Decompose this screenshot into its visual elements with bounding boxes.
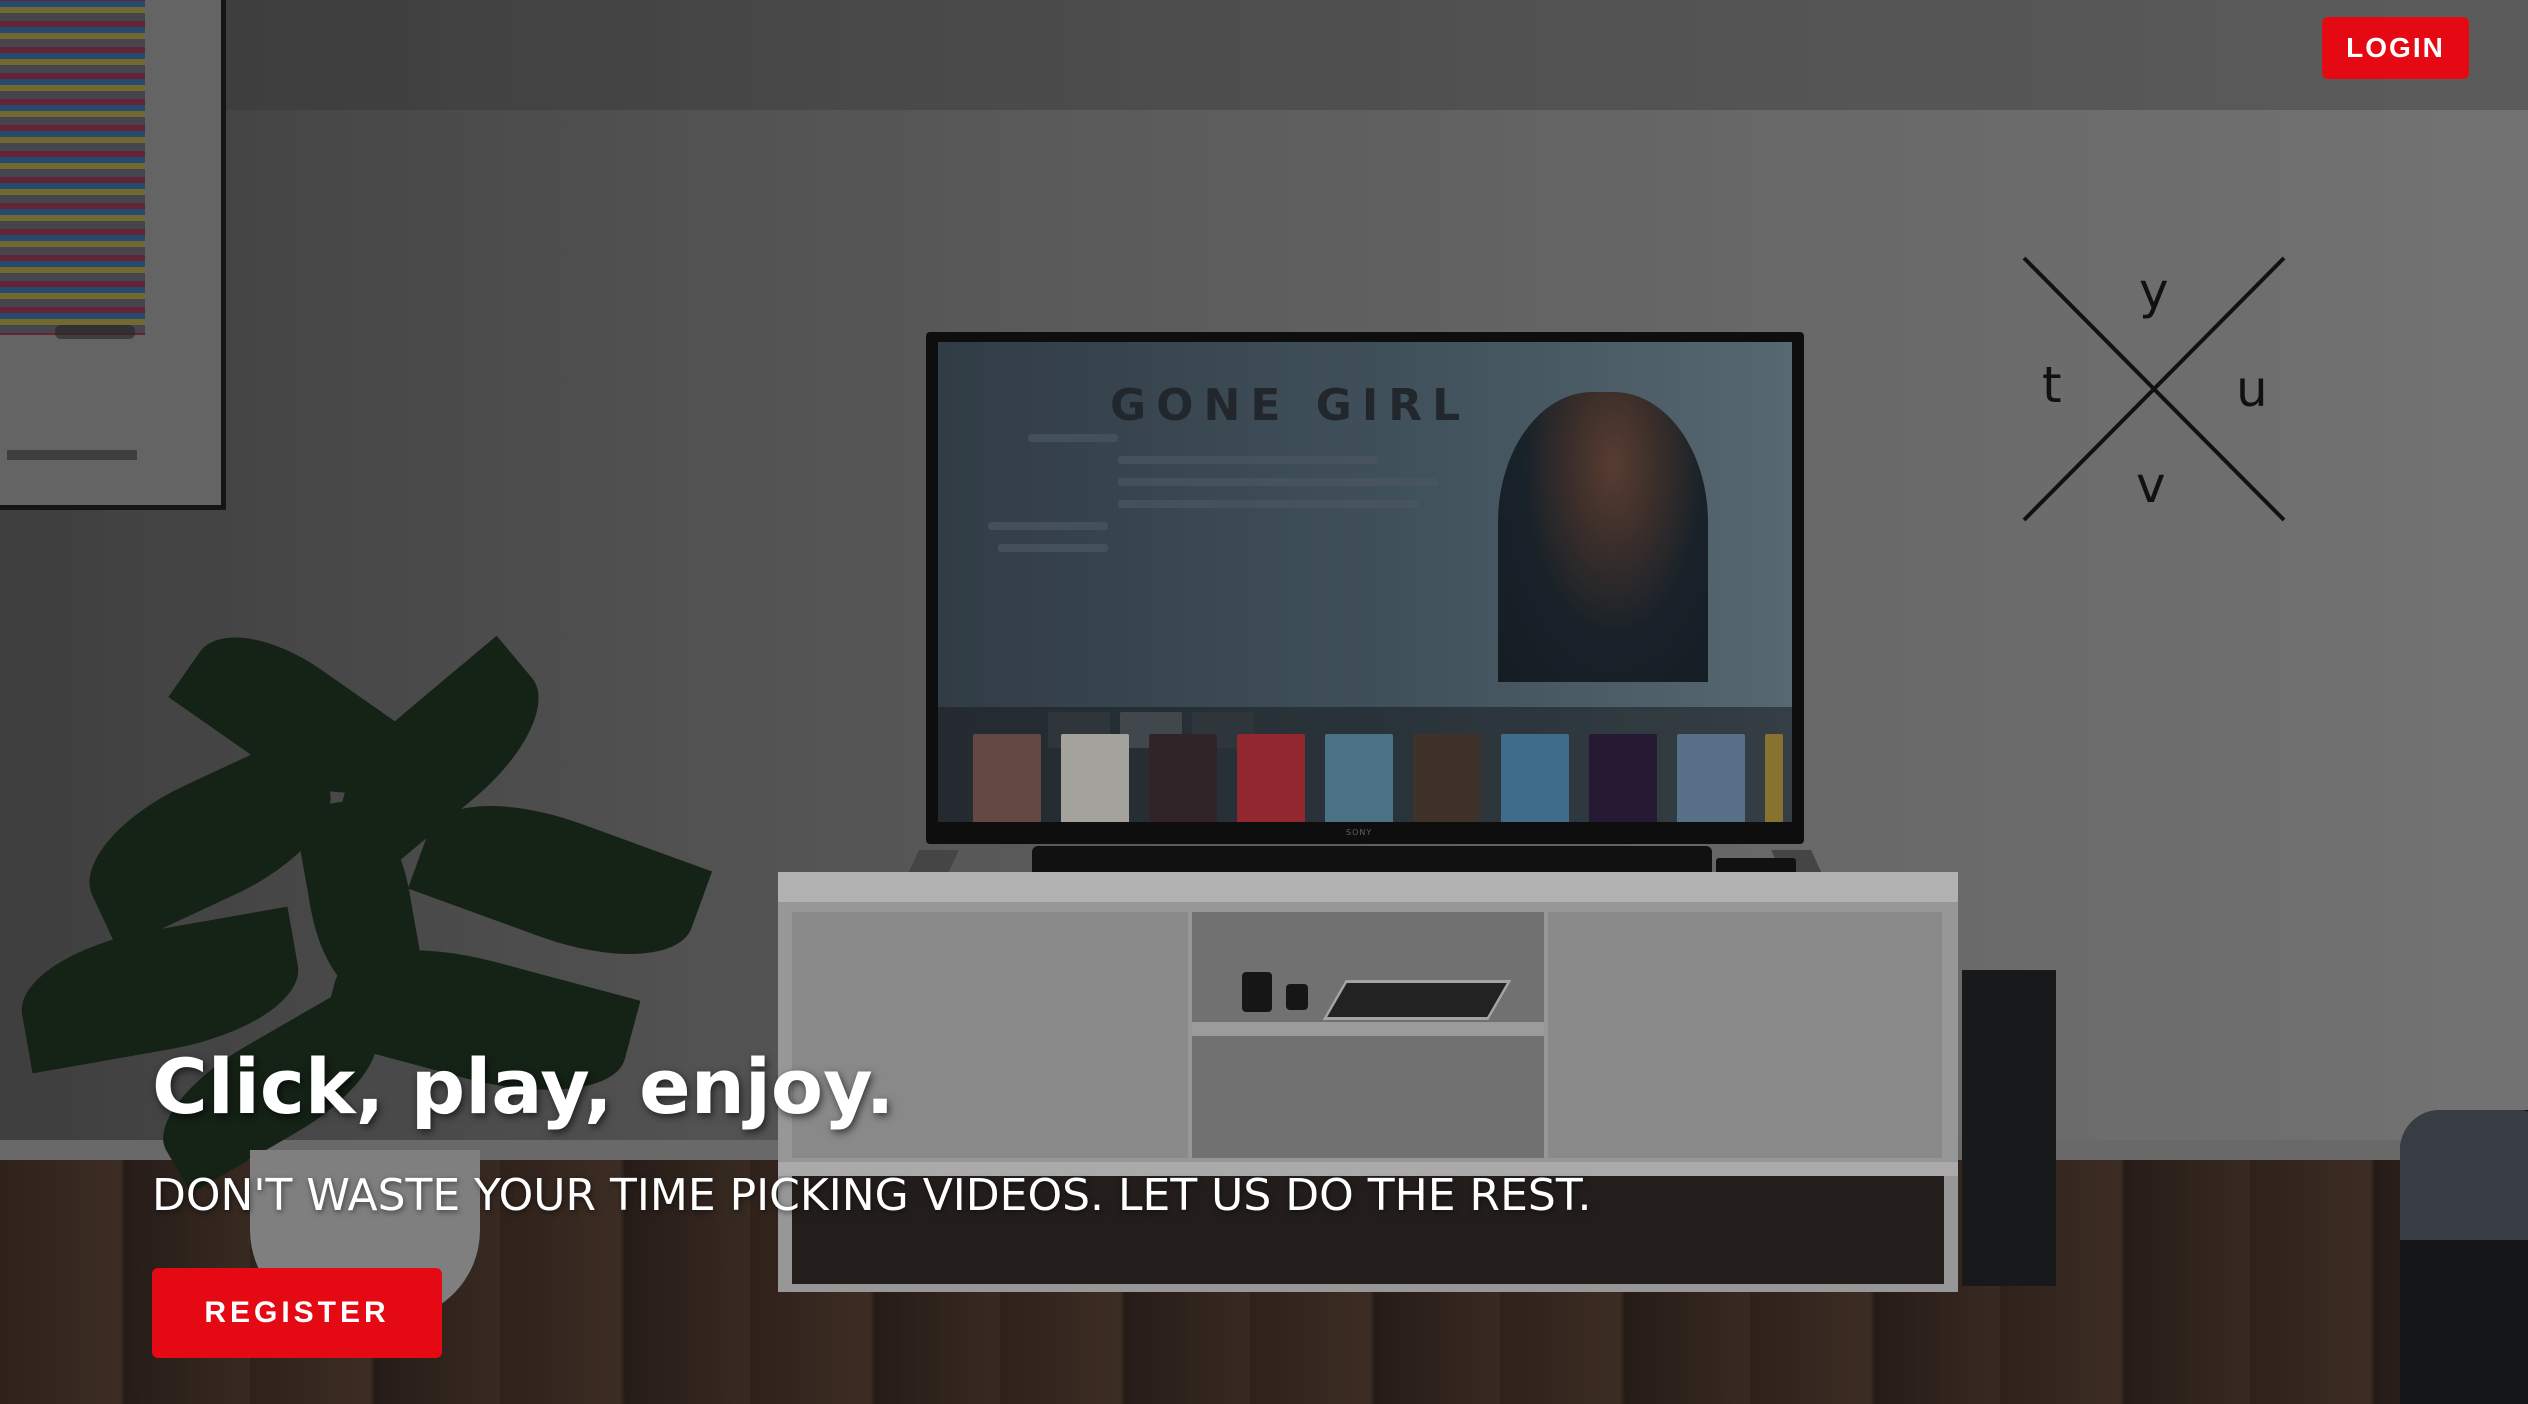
hero-title: Click, play, enjoy. xyxy=(152,1042,895,1131)
logo-letter-bottom: v xyxy=(2136,456,2166,514)
site-logo: y t u v xyxy=(2016,252,2288,524)
logo-letter-right: u xyxy=(2236,360,2268,418)
hero-subtitle: DON'T WASTE YOUR TIME PICKING VIDEOS. LE… xyxy=(152,1170,1592,1221)
logo-letter-left: t xyxy=(2042,356,2062,414)
register-button[interactable]: REGISTER xyxy=(152,1268,442,1358)
login-button[interactable]: LOGIN xyxy=(2322,17,2469,79)
logo-letter-top: y xyxy=(2139,262,2169,320)
